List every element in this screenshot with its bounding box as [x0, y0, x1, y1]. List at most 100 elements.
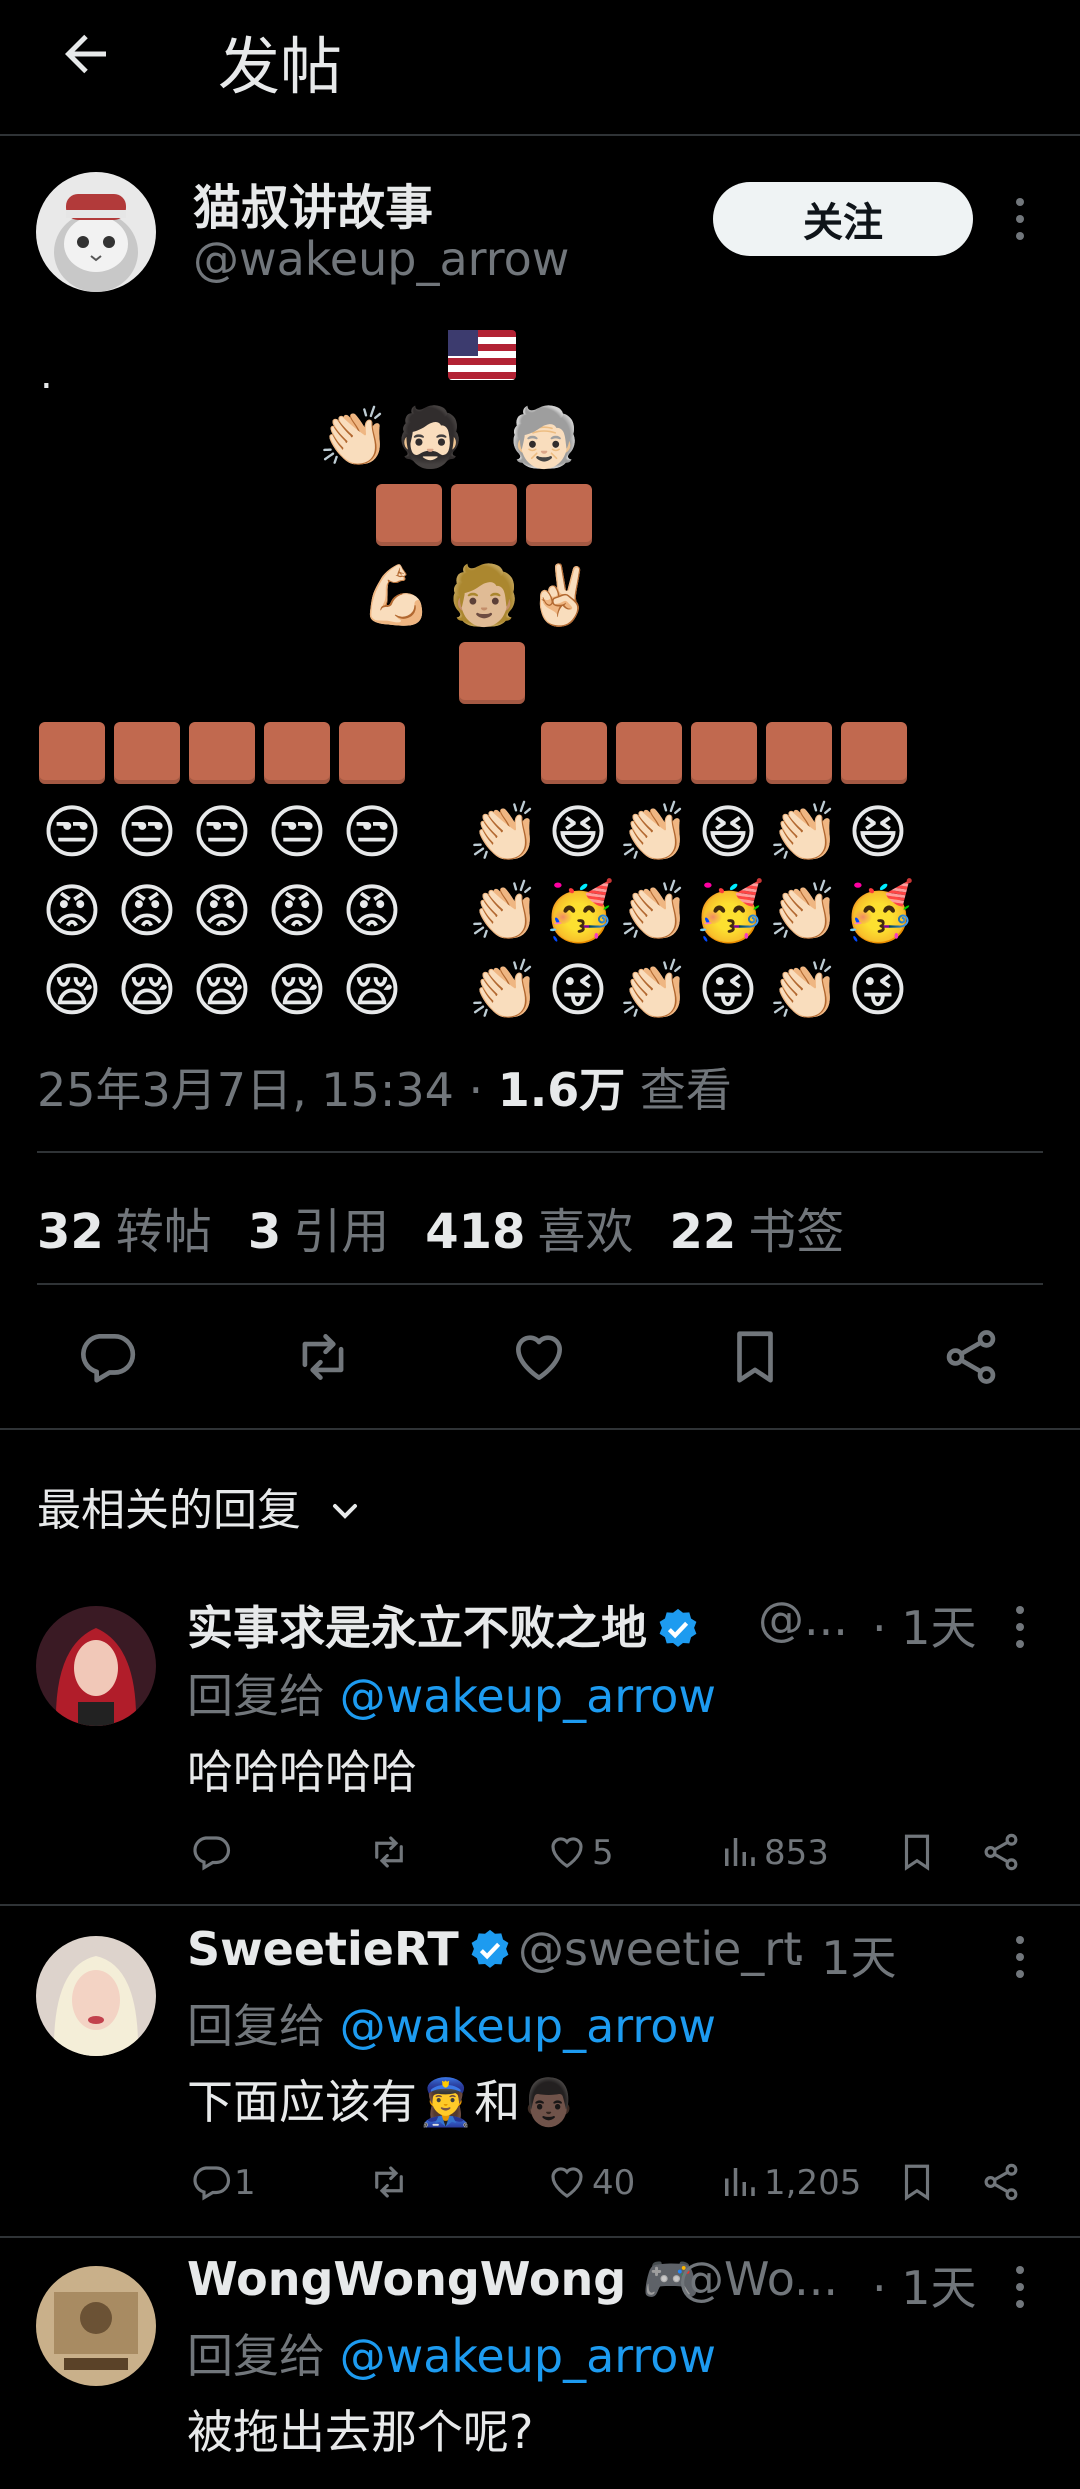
verified-icon — [659, 1608, 697, 1647]
author-avatar[interactable] — [36, 172, 156, 292]
more-vertical-icon[interactable] — [1012, 1602, 1028, 1652]
clap-emoji: 👏🏻 — [768, 956, 841, 1024]
bookmark-icon[interactable] — [724, 1326, 786, 1388]
share-icon[interactable] — [980, 2161, 1022, 2203]
views-label: 查看 — [625, 1063, 732, 1117]
reply-author-handle[interactable]: @... — [758, 1592, 848, 1646]
reply-author-handle[interactable]: @sweetie_rt — [518, 1922, 801, 1976]
reply-avatar[interactable] — [36, 1606, 156, 1726]
retweet-icon[interactable] — [292, 1326, 354, 1388]
man-beard-emoji: 🧔🏻 — [394, 403, 467, 471]
views-icon[interactable] — [718, 1831, 760, 1873]
reply-avatar[interactable] — [36, 1936, 156, 2056]
unamused-emoji: 😒 — [266, 798, 328, 866]
more-vertical-icon[interactable] — [1012, 1932, 1028, 1982]
reply-sort-label: 最相关的回复 — [37, 1485, 301, 1536]
stat-likes[interactable]: 418 喜欢 — [425, 1192, 633, 1262]
angry-emoji: 😡 — [341, 877, 403, 945]
bookmark-icon[interactable] — [896, 1831, 938, 1873]
angry-emoji: 😡 — [266, 877, 328, 945]
bookmark-icon[interactable] — [896, 2161, 938, 2203]
sleepy-emoji: 😪 — [341, 956, 403, 1024]
share-icon[interactable] — [980, 1831, 1022, 1873]
share-icon[interactable] — [940, 1326, 1002, 1388]
views-count: 1.6万 — [497, 1063, 626, 1117]
reply-sort-dropdown[interactable]: 最相关的回复 — [37, 1474, 365, 1538]
divider — [37, 1151, 1043, 1153]
clap-emoji: 👏🏻 — [318, 403, 391, 471]
us-flag — [448, 330, 516, 380]
reply-time: · 1天 — [872, 2261, 977, 2315]
reply-time: · 1天 — [792, 1931, 897, 1985]
reply-author-handle[interactable]: @Wo... — [678, 2252, 838, 2306]
brick — [376, 484, 442, 546]
divider — [0, 1904, 1080, 1906]
reply-to-mention[interactable]: @wakeup_arrow — [340, 1669, 716, 1723]
man-dark-emoji: 👨🏿 — [520, 2075, 578, 2129]
post-text-dot: . — [40, 352, 53, 398]
clap-emoji: 👏🏻 — [468, 798, 541, 866]
reply-author-name[interactable]: WongWongWong 🎮 — [187, 2252, 699, 2307]
clap-emoji: 👏🏻 — [618, 877, 691, 945]
header-divider — [0, 134, 1080, 136]
brick — [339, 722, 405, 784]
reply-icon[interactable] — [76, 1326, 138, 1388]
reply-time: · 1天 — [872, 1601, 977, 1655]
laugh-emoji: 😆 — [547, 798, 609, 866]
reply-to-mention[interactable]: @wakeup_arrow — [340, 2329, 716, 2383]
reply-to-prefix: 回复给 — [187, 2329, 340, 2383]
reply-icon[interactable] — [190, 1831, 232, 1873]
brick — [114, 722, 180, 784]
reply-to-prefix: 回复给 — [187, 1669, 340, 1723]
more-vertical-icon[interactable] — [1012, 194, 1028, 244]
views-count: 853 — [764, 1833, 829, 1873]
author-name[interactable]: 猫叔讲故事 — [193, 168, 433, 238]
stat-reposts[interactable]: 32 转帖 — [37, 1192, 212, 1262]
views-icon[interactable] — [718, 2161, 760, 2203]
brick — [39, 722, 105, 784]
author-handle[interactable]: @wakeup_arrow — [193, 232, 569, 286]
retweet-icon[interactable] — [368, 2161, 410, 2203]
brick — [691, 722, 757, 784]
like-icon[interactable] — [546, 2161, 588, 2203]
retweet-icon[interactable] — [368, 1831, 410, 1873]
reply-author-name[interactable]: SweetieRT — [187, 1922, 513, 1976]
like-icon[interactable] — [508, 1326, 570, 1388]
reply-author-name[interactable]: 实事求是永立不败之地 — [187, 1592, 701, 1658]
more-vertical-icon[interactable] — [1012, 2262, 1028, 2312]
sleepy-emoji: 😪 — [41, 956, 103, 1024]
back-arrow-icon[interactable] — [56, 24, 116, 84]
brick — [264, 722, 330, 784]
victory-emoji: ✌🏻 — [524, 561, 597, 629]
brick — [766, 722, 832, 784]
divider — [37, 1283, 1043, 1285]
angry-emoji: 😡 — [41, 877, 103, 945]
verified-icon — [471, 1929, 509, 1968]
tongue-emoji: 😜 — [547, 956, 609, 1024]
reply-to-mention[interactable]: @wakeup_arrow — [340, 1999, 716, 2053]
tongue-emoji: 😜 — [847, 956, 909, 1024]
clap-emoji: 👏🏻 — [468, 877, 541, 945]
laugh-emoji: 😆 — [847, 798, 909, 866]
clap-emoji: 👏🏻 — [618, 798, 691, 866]
timestamp-text: 25年3月7日, 15:34 · — [37, 1063, 498, 1117]
reply-avatar[interactable] — [36, 2266, 156, 2386]
like-count: 5 — [592, 1833, 614, 1873]
sleepy-emoji: 😪 — [116, 956, 178, 1024]
clap-emoji: 👏🏻 — [768, 798, 841, 866]
brick — [616, 722, 682, 784]
reply-icon[interactable] — [190, 2161, 232, 2203]
stat-bookmarks[interactable]: 22 书签 — [669, 1192, 844, 1262]
person-blond-emoji: 🧑🏼 — [448, 561, 521, 629]
reply-text: 被拖出去那个呢? — [187, 2405, 534, 2459]
views-count: 1,205 — [764, 2163, 862, 2203]
clap-emoji: 👏🏻 — [768, 877, 841, 945]
stat-quotes[interactable]: 3 引用 — [248, 1192, 389, 1262]
sleepy-emoji: 😪 — [191, 956, 253, 1024]
follow-button[interactable]: 关注 — [713, 182, 973, 256]
police-emoji: 👮‍♀️ — [417, 2075, 475, 2129]
brick — [841, 722, 907, 784]
like-icon[interactable] — [546, 1831, 588, 1873]
reply-to-line: 回复给 @wakeup_arrow — [187, 1990, 716, 2056]
unamused-emoji: 😒 — [341, 798, 403, 866]
